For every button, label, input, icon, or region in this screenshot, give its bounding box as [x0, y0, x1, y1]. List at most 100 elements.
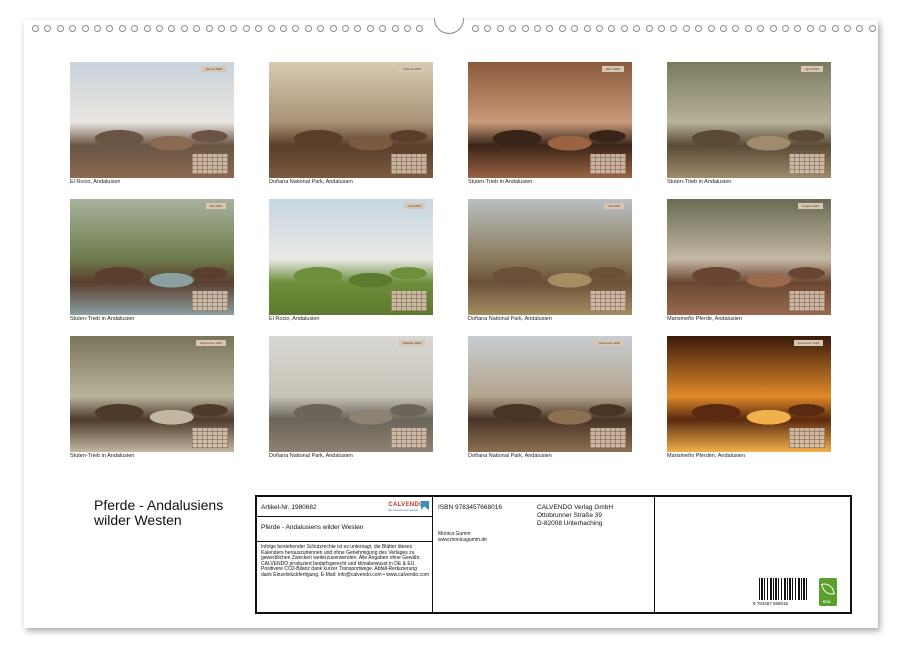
mini-calendar-grid [789, 291, 825, 311]
binding-ring [404, 25, 411, 32]
photo-caption: Stuten-Trieb in Andalusien [70, 453, 234, 459]
horse-photo: April 2026 [667, 62, 831, 178]
horse-photo: September 2026 [70, 336, 234, 452]
month-label: Februar 2026 [399, 66, 425, 72]
month-page-thumbnail: März 2026 Stuten-Trieb in Andalusien [468, 62, 632, 185]
horse-photo: Mai 2026 [70, 199, 234, 315]
binding-ring [856, 25, 863, 32]
binding-ring [819, 25, 826, 32]
binding-ring [292, 25, 299, 32]
month-label: Juli 2026 [604, 203, 624, 209]
binding-ring [472, 25, 479, 32]
photo-caption: Stuten-Trieb in Andalusien [667, 179, 831, 185]
calvendo-logo-sub: Das Kalenderunternehmen [388, 509, 418, 512]
month-page-thumbnail: Juni 2026El Rocio, Andalusien [269, 199, 433, 322]
binding-ring [268, 25, 275, 32]
binding-ring [131, 25, 138, 32]
month-page-thumbnail: Februar 2026Doñana National Park, Andalu… [269, 62, 433, 185]
month-label: Mai 2026 [206, 203, 226, 209]
binding-ring [69, 25, 76, 32]
month-label: Januar 2026 [201, 66, 226, 72]
mini-calendar-grid [789, 154, 825, 174]
month-label: März 2026 [602, 66, 624, 72]
binding-ring [280, 25, 287, 32]
binding-ring [82, 25, 89, 32]
binding-ring [559, 25, 566, 32]
month-page-thumbnail: Juli 2026 Doñana National Park, Andalusie… [468, 199, 632, 322]
binding-ring [218, 25, 225, 32]
binding-ring [720, 25, 727, 32]
photo-caption: Doñana National Park, Andalusien [468, 316, 632, 322]
photo-caption: Doñana National Park, Andalusien [269, 453, 433, 459]
binding-ring [497, 25, 504, 32]
month-label: September 2026 [196, 340, 226, 346]
eco-label: ECO [823, 600, 831, 604]
binding-ring [44, 25, 51, 32]
month-page-thumbnail: August 2026 Marismeño Pferde, Andalusien [667, 199, 831, 322]
binding-ring [57, 25, 64, 32]
binding-ring [509, 25, 516, 32]
month-label: November 2026 [595, 340, 624, 346]
binding-ring [571, 25, 578, 32]
horse-photo: Dezember 2026 [667, 336, 831, 452]
binding-ring [392, 25, 399, 32]
mini-calendar-grid [590, 291, 626, 311]
binding-ring [32, 25, 39, 32]
binding-ring [807, 25, 814, 32]
calendar-back-cover: Januar 2026El Rocio, AndalusienFebruar 2… [24, 20, 878, 628]
product-title: Pferde - Andalusiens wilder Westen [261, 524, 364, 531]
mini-calendar-grid [590, 154, 626, 174]
product-info-box: Artikel-Nr. 1980682 CALVENDO Das Kalende… [255, 495, 852, 614]
binding-ring [193, 25, 200, 32]
binding-ring [156, 25, 163, 32]
mini-calendar-grid [192, 291, 228, 311]
month-page-thumbnail: Mai 2026Stuten-Trieb in Andalusien [70, 199, 234, 322]
binding-ring [534, 25, 541, 32]
horse-photo: Juni 2026 [269, 199, 433, 315]
legal-text: Infolge bestehender Schutzrechte ist es … [261, 545, 429, 579]
month-label: August 2026 [798, 203, 823, 209]
binding-ring [770, 25, 777, 32]
mini-calendar-grid [391, 428, 427, 448]
binding-ring [367, 25, 374, 32]
binding-ring [621, 25, 628, 32]
binding-ring [646, 25, 653, 32]
binding-ring [732, 25, 739, 32]
info-column-article: Artikel-Nr. 1980682 CALVENDO Das Kalende… [257, 497, 433, 612]
photo-caption: Marismeño Pferden, Andalusien [667, 453, 831, 459]
calvendo-logo: CALVENDO [388, 502, 424, 508]
horse-photo: Februar 2026 [269, 62, 433, 178]
binding-ring [305, 25, 312, 32]
month-page-thumbnail: Oktober 2026 Doñana National Park, Andalu… [269, 336, 433, 459]
month-label: Juni 2026 [404, 203, 425, 209]
calendar-title: Pferde - Andalusiens wilder Westen [94, 498, 244, 528]
month-label: Oktober 2026 [399, 340, 425, 346]
binding-ring [670, 25, 677, 32]
photo-caption: Stuten-Trieb in Andalusien [468, 179, 632, 185]
binding-ring [608, 25, 615, 32]
binding-ring [317, 25, 324, 32]
mini-calendar-grid [789, 428, 825, 448]
photo-caption: Doñana National Park, Andalusien [468, 453, 632, 459]
month-label: Dezember 2026 [794, 340, 823, 346]
binding-ring [168, 25, 175, 32]
binding-ring [832, 25, 839, 32]
publisher-city: D-82008 Unterhaching [537, 520, 602, 527]
title-line-1: Pferde - Andalusiens [94, 498, 244, 513]
binding-ring [255, 25, 262, 32]
mini-calendar-grid [391, 154, 427, 174]
barcode-number: 9 783457 668016 [753, 601, 788, 606]
photo-caption: Marismeño Pferde, Andalusien [667, 316, 831, 322]
mini-calendar-grid [391, 291, 427, 311]
binding-ring [342, 25, 349, 32]
binding-ring [844, 25, 851, 32]
binding-ring [416, 25, 423, 32]
info-column-barcode: 9 783457 668016 ECO [655, 497, 852, 612]
binding-ring [596, 25, 603, 32]
horse-photo: Januar 2026 [70, 62, 234, 178]
title-line-2: wilder Westen [94, 513, 244, 528]
binding-ring [757, 25, 764, 32]
mini-calendar-grid [590, 428, 626, 448]
binding-ring [379, 25, 386, 32]
binding-ring [206, 25, 213, 32]
